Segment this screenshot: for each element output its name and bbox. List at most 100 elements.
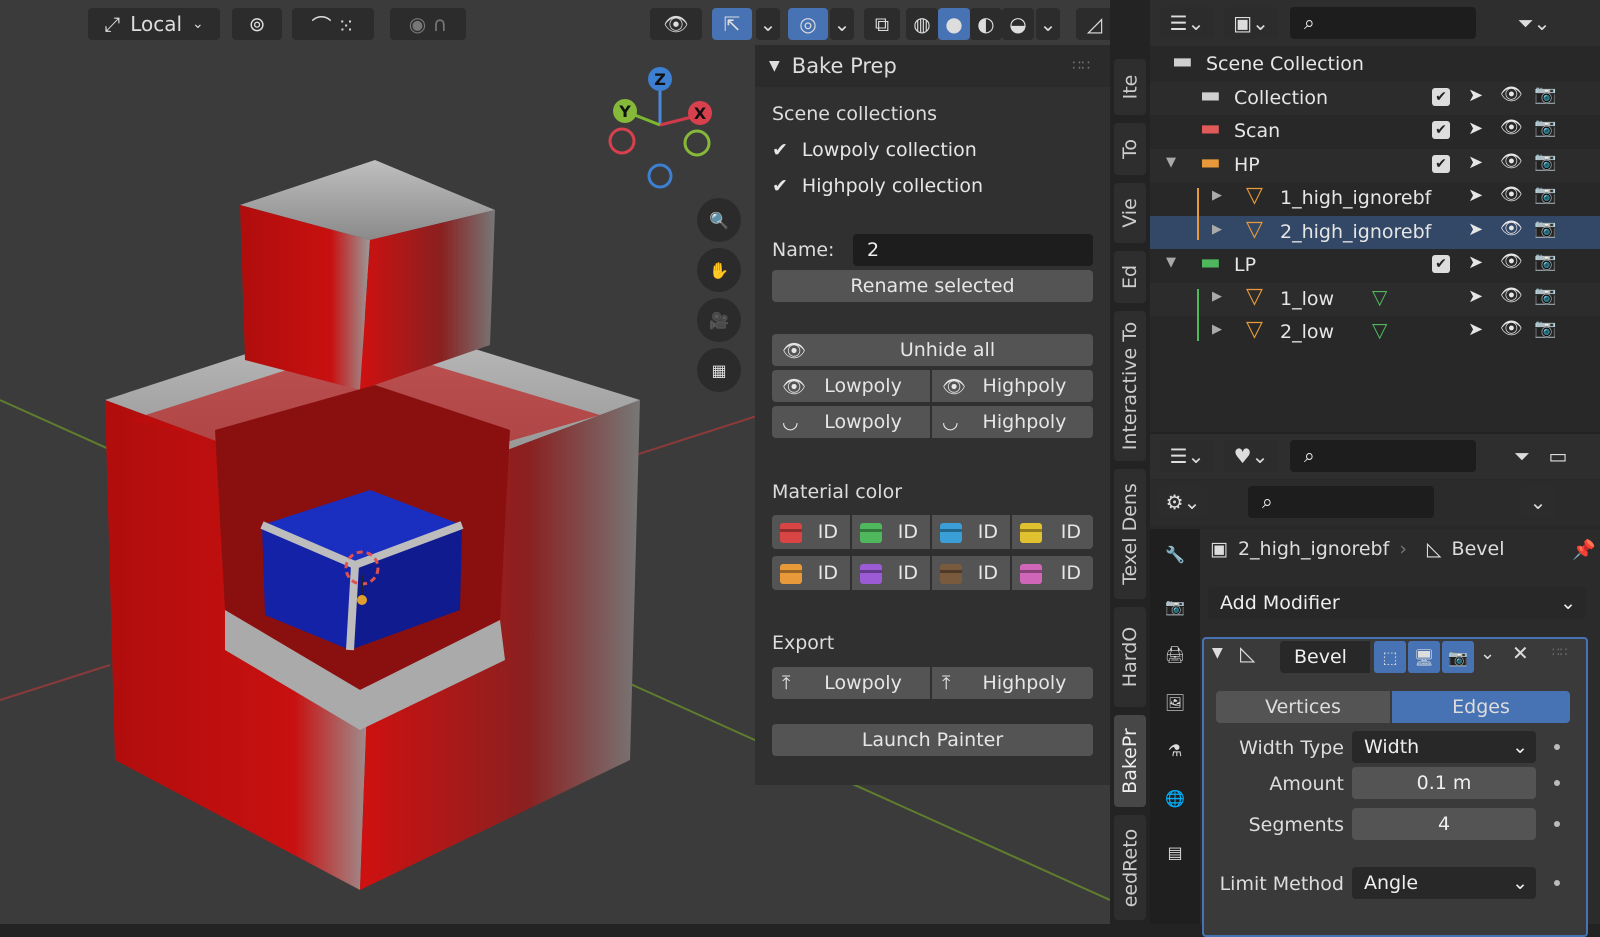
render-toggle-icon[interactable]: 📷 — [1442, 641, 1474, 673]
gizmo-toggle-icon[interactable]: ⇱ — [712, 8, 752, 40]
outliner-row[interactable]: ▬ Collection ✔ ➤ 👁 📷 — [1150, 81, 1600, 115]
eye-icon[interactable]: 👁 — [1500, 84, 1523, 105]
limit-method-dropdown[interactable]: Angle ⌄ — [1352, 867, 1536, 899]
outliner-row[interactable]: ▬ Scene Collection — [1150, 48, 1600, 81]
exclude-checkbox[interactable]: ✔ — [1432, 121, 1450, 139]
render-camera-icon[interactable]: 📷 — [1534, 318, 1556, 339]
chevron-down-icon[interactable]: ⌄ — [1520, 486, 1556, 518]
keyframe-dot[interactable] — [1554, 744, 1560, 750]
material-id-button[interactable]: ID — [772, 556, 850, 590]
grid-perspective-icon[interactable]: ▦ — [697, 348, 741, 392]
snap-pivot-icon[interactable]: ⊚ — [232, 8, 282, 40]
selectable-arrow-icon[interactable]: ➤ — [1468, 185, 1483, 206]
overlays-icon[interactable]: ◎ — [788, 8, 828, 40]
selectable-arrow-icon[interactable]: ➤ — [1468, 252, 1483, 273]
expand-arrow-icon[interactable]: ▶ — [1212, 222, 1222, 237]
panel-header[interactable]: ▼ Bake Prep ∷∷ — [755, 45, 1110, 87]
tab-interactive-tools[interactable]: Interactive To — [1114, 311, 1146, 461]
material-id-button[interactable]: ID — [932, 515, 1010, 549]
editmode-toggle-icon[interactable]: ⬚ — [1374, 641, 1406, 673]
expand-arrow-icon[interactable]: ▼ — [1166, 255, 1176, 270]
collection-icon[interactable]: ▤ — [1158, 835, 1192, 869]
snapping-icon[interactable]: ⌒ ⁙ — [292, 8, 374, 40]
exclude-checkbox[interactable]: ✔ — [1432, 154, 1450, 173]
export-lowpoly-button[interactable]: ⤒ Lowpoly — [772, 667, 930, 699]
material-id-button[interactable]: ID — [852, 556, 930, 590]
lowpoly-collection-check[interactable]: ✔ Lowpoly collection — [772, 139, 977, 161]
transform-pivot-dropdown[interactable]: ⤢ Local ⌄ — [88, 8, 220, 40]
eye-icon[interactable]: 👁 — [1500, 285, 1523, 306]
outliner-row[interactable]: ▬ Scan ✔ ➤ 👁 📷 — [1150, 115, 1600, 148]
launch-painter-button[interactable]: Launch Painter — [772, 724, 1093, 756]
edges-tab[interactable]: Edges — [1392, 691, 1570, 723]
navigation-gizmo[interactable]: Z X Y — [605, 60, 735, 200]
tab-item[interactable]: Ite — [1114, 59, 1146, 115]
selectable-arrow-icon[interactable]: ➤ — [1468, 85, 1483, 106]
eye-icon[interactable]: 👁 — [1500, 251, 1523, 272]
close-icon[interactable]: ✕ — [1512, 641, 1529, 665]
pin-icon[interactable]: 📌 — [1572, 538, 1596, 561]
filter-icon[interactable]: ⏷⌄ — [1506, 7, 1562, 39]
render-camera-icon[interactable]: 📷 — [1534, 151, 1556, 172]
rendered-shading-icon[interactable]: ◒ — [1002, 8, 1034, 40]
expand-arrow-icon[interactable]: ▶ — [1212, 289, 1222, 304]
unhide-all-button[interactable]: 👁 Unhide all — [772, 334, 1093, 366]
show-lowpoly-button[interactable]: 👁 Lowpoly — [772, 370, 930, 402]
amount-field[interactable]: 0.1 m — [1352, 767, 1536, 799]
outliner-row[interactable]: ▶ ▽ 2_low ▽ ➤ 👁 📷 — [1150, 316, 1600, 349]
render-camera-icon[interactable]: 📷 — [1534, 117, 1556, 138]
drag-handle-icon[interactable]: ∷∷ — [1552, 645, 1567, 659]
render-camera-icon[interactable]: 📷 — [1534, 184, 1556, 205]
material-id-button[interactable]: ID — [932, 556, 1010, 590]
outliner-row[interactable]: ▶ ▽ 2_high_ignorebf ➤ 👁 📷 — [1150, 215, 1600, 249]
editor-type-icon[interactable]: ◿ ⌄ — [1076, 8, 1110, 40]
hide-highpoly-button[interactable]: ◡ Highpoly — [932, 406, 1093, 438]
output-icon[interactable]: 🖨 — [1158, 637, 1192, 671]
keyframe-dot[interactable] — [1554, 780, 1560, 786]
eye-icon[interactable]: 👁 — [1500, 218, 1523, 239]
outliner-row[interactable]: ▼ ▬ LP ✔ ➤ 👁 📷 — [1150, 249, 1600, 282]
rename-selected-button[interactable]: Rename selected — [772, 270, 1093, 302]
display-mode-icon[interactable]: ▣⌄ — [1224, 7, 1278, 39]
chevron-down-icon[interactable]: ⌄ — [756, 8, 780, 40]
exclude-checkbox[interactable]: ✔ — [1432, 255, 1450, 273]
selectable-arrow-icon[interactable]: ➤ — [1468, 319, 1483, 340]
vertices-tab[interactable]: Vertices — [1216, 691, 1390, 723]
name-input[interactable]: 2 — [853, 234, 1093, 266]
outliner-row[interactable]: ▶ ▽ 1_high_ignorebf ➤ 👁 📷 — [1150, 182, 1600, 215]
keyframe-dot[interactable] — [1554, 821, 1560, 827]
width-type-dropdown[interactable]: Width ⌄ — [1352, 731, 1536, 763]
heart-icon[interactable]: ♥⌄ — [1224, 440, 1278, 472]
chevron-down-icon[interactable]: ⌄ — [1480, 643, 1495, 664]
search-input[interactable]: ⌕ — [1290, 440, 1476, 472]
drag-handle-icon[interactable]: ∷∷ — [1072, 58, 1090, 74]
modifier-name-input[interactable]: Bevel — [1280, 641, 1370, 673]
selectable-arrow-icon[interactable]: ➤ — [1468, 118, 1483, 139]
show-highpoly-button[interactable]: 👁 Highpoly — [932, 370, 1093, 402]
xray-icon[interactable]: ⧉ — [864, 8, 900, 40]
viewport-toggle-icon[interactable]: 🖥 — [1408, 641, 1440, 673]
export-highpoly-button[interactable]: ⤒ Highpoly — [932, 667, 1093, 699]
scene-icon[interactable]: ⚗ — [1158, 733, 1192, 767]
zoom-icon[interactable]: 🔍 — [697, 198, 741, 242]
proportional-edit-icon[interactable]: ◉ ∩ — [390, 8, 466, 40]
material-id-button[interactable]: ID — [772, 515, 850, 549]
properties-search-input[interactable]: ⌕ — [1248, 486, 1434, 518]
keyframe-dot[interactable] — [1554, 880, 1560, 886]
render-camera-icon[interactable]: 📷 — [1534, 84, 1556, 105]
view-layer-icon[interactable]: 🖼 — [1158, 685, 1192, 719]
tab-tool[interactable]: To — [1114, 123, 1146, 175]
tab-texel-density[interactable]: Texel Dens — [1114, 469, 1146, 599]
outliner-row[interactable]: ▶ ▽ 1_low ▽ ➤ 👁 📷 — [1150, 282, 1600, 316]
material-id-button[interactable]: ID — [1012, 556, 1093, 590]
eye-icon[interactable]: 👁 — [1500, 318, 1523, 339]
material-id-button[interactable]: ID — [852, 515, 930, 549]
solid-shading-icon[interactable]: ● — [938, 8, 970, 40]
tab-edit[interactable]: Ed — [1114, 251, 1146, 303]
material-id-button[interactable]: ID — [1012, 515, 1093, 549]
render-icon[interactable]: 📷 — [1158, 589, 1192, 623]
highpoly-collection-check[interactable]: ✔ Highpoly collection — [772, 175, 983, 197]
outliner-search-input[interactable]: ⌕ — [1290, 7, 1476, 39]
render-camera-icon[interactable]: 📷 — [1534, 218, 1556, 239]
tab-view[interactable]: Vie — [1114, 183, 1146, 243]
